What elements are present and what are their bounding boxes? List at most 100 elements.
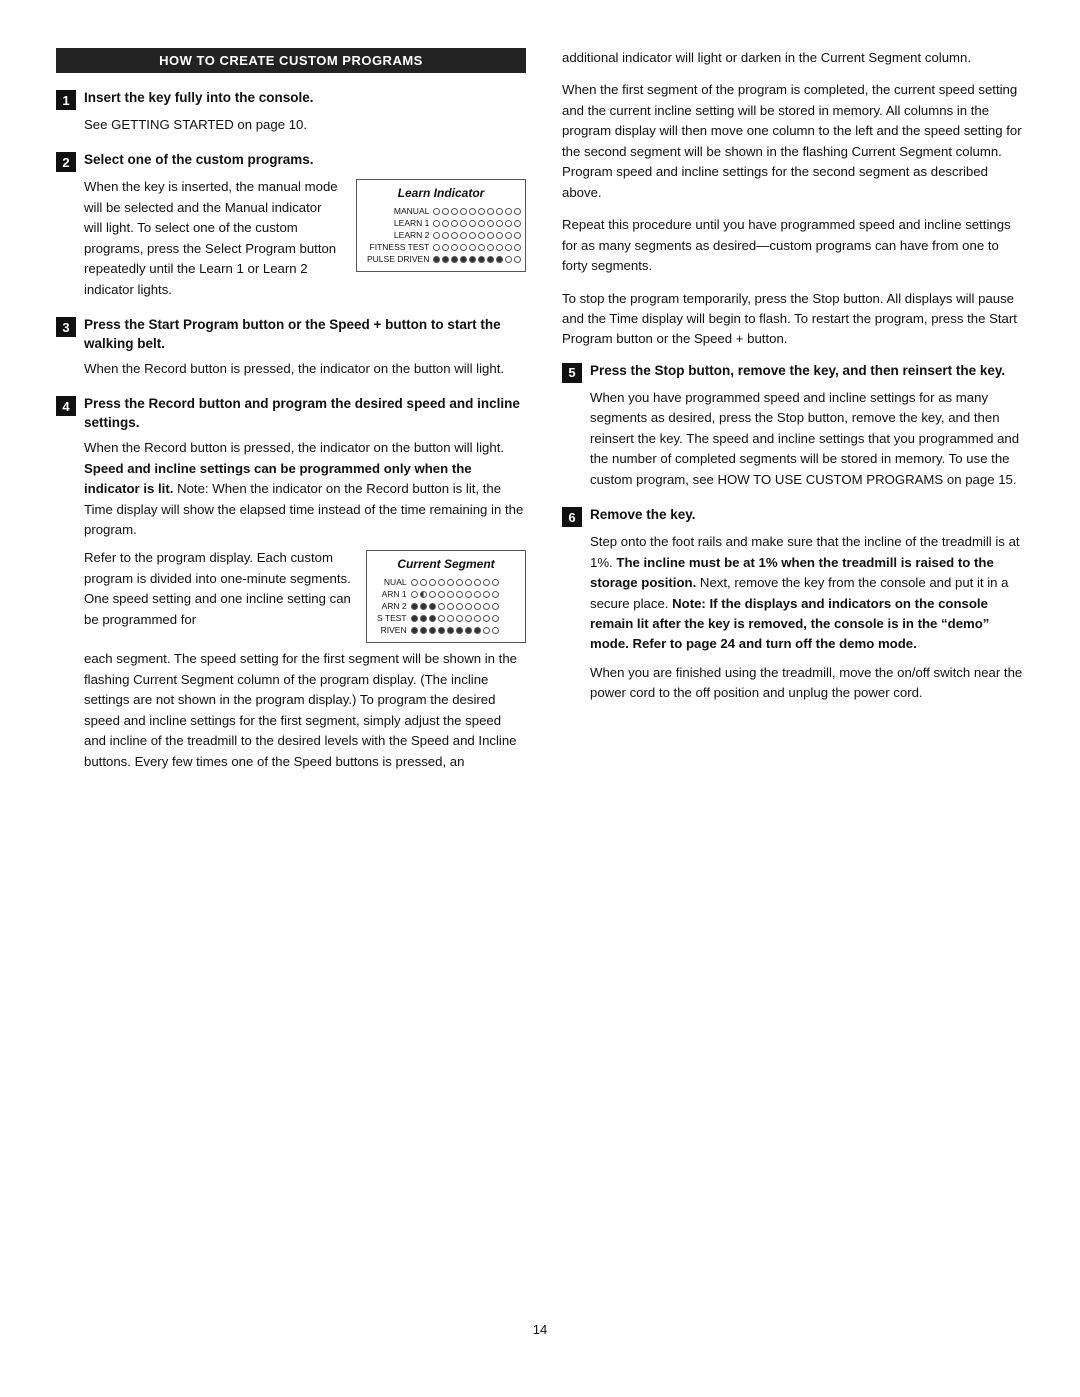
dot <box>483 627 490 634</box>
dot <box>469 256 476 263</box>
dot <box>496 232 503 239</box>
step-5-number: 5 <box>562 363 582 383</box>
dot <box>487 256 494 263</box>
step-2-body-with-figure: When the key is inserted, the manual mod… <box>84 177 526 300</box>
dot <box>505 256 512 263</box>
nual-dots <box>411 579 499 586</box>
indicator-row-manual: MANUAL <box>365 205 523 217</box>
indicator-row-pulse: PULSE DRIVEN <box>365 253 523 265</box>
dot <box>469 220 476 227</box>
dot <box>433 244 440 251</box>
dot <box>465 603 472 610</box>
dot <box>496 244 503 251</box>
step-6-body: Step onto the foot rails and make sure t… <box>590 532 1024 704</box>
dot <box>478 244 485 251</box>
seg-row-arn1: ARN 1 <box>375 588 501 600</box>
dot <box>514 232 521 239</box>
right-para1-text: additional indicator will light or darke… <box>562 48 1024 68</box>
right-column: additional indicator will light or darke… <box>562 48 1024 1298</box>
step-5-body-text: When you have programmed speed and incli… <box>590 388 1024 490</box>
step-3-body: When the Record button is pressed, the i… <box>84 359 526 379</box>
dot <box>420 579 427 586</box>
dot <box>442 244 449 251</box>
dot <box>514 244 521 251</box>
dot <box>429 591 436 598</box>
dot <box>465 627 472 634</box>
step-6-number: 6 <box>562 507 582 527</box>
dot <box>465 615 472 622</box>
step-4-text2-para: Refer to the program display. Each custo… <box>84 548 352 630</box>
right-para3-text: Repeat this procedure until you have pro… <box>562 215 1024 276</box>
step-2-title-row: 2 Select one of the custom programs. <box>56 151 526 172</box>
step-2-number: 2 <box>56 152 76 172</box>
dot <box>474 579 481 586</box>
dot <box>496 220 503 227</box>
step-1-title: Insert the key fully into the console. <box>84 89 314 108</box>
dot <box>456 603 463 610</box>
dot <box>460 256 467 263</box>
dot <box>420 603 427 610</box>
learn-indicator-figure: Learn Indicator MANUAL <box>356 179 526 272</box>
learn1-dots <box>433 220 521 227</box>
step-3-body-text: When the Record button is pressed, the i… <box>84 359 526 379</box>
arn1-dots <box>411 591 499 598</box>
dot <box>429 603 436 610</box>
dot <box>451 232 458 239</box>
step-4: 4 Press the Record button and program th… <box>56 395 526 772</box>
dot <box>469 244 476 251</box>
fitness-dots <box>433 244 521 251</box>
dot <box>447 627 454 634</box>
step-2-text: When the key is inserted, the manual mod… <box>84 177 342 300</box>
dot <box>442 220 449 227</box>
section-header: HOW TO CREATE CUSTOM PROGRAMS <box>56 48 526 73</box>
dot <box>451 244 458 251</box>
dot <box>411 591 418 598</box>
step-1-body-text: See GETTING STARTED on page 10. <box>84 115 526 135</box>
dot <box>496 208 503 215</box>
dot <box>478 208 485 215</box>
step-1-body: See GETTING STARTED on page 10. <box>84 115 526 135</box>
step-4-text2: Refer to the program display. Each custo… <box>84 548 352 630</box>
seg-row-arn2: ARN 2 <box>375 600 501 612</box>
dot <box>438 579 445 586</box>
dot <box>451 256 458 263</box>
two-column-layout: HOW TO CREATE CUSTOM PROGRAMS 1 Insert t… <box>56 48 1024 1298</box>
dot <box>420 591 427 598</box>
step-1-number: 1 <box>56 90 76 110</box>
dot <box>411 603 418 610</box>
right-col-para4: To stop the program temporarily, press t… <box>562 289 1024 350</box>
step-5-title-row: 5 Press the Stop button, remove the key,… <box>562 362 1024 383</box>
current-segment-table: NUAL <box>375 576 501 636</box>
dot <box>460 244 467 251</box>
dot <box>483 579 490 586</box>
dot <box>433 220 440 227</box>
dot <box>474 603 481 610</box>
seg-row-riven: RIVEN <box>375 624 501 636</box>
dot <box>478 256 485 263</box>
step-3-number: 3 <box>56 317 76 337</box>
learn-indicator-title: Learn Indicator <box>365 186 517 200</box>
dot <box>411 579 418 586</box>
dot <box>456 615 463 622</box>
dot <box>487 208 494 215</box>
step-3-title: Press the Start Program button or the Sp… <box>84 316 526 354</box>
dot <box>514 220 521 227</box>
dot <box>469 232 476 239</box>
step-6-body-para2: When you are finished using the treadmil… <box>590 663 1024 704</box>
step-4-body: When the Record button is pressed, the i… <box>84 438 526 540</box>
dot <box>429 579 436 586</box>
right-para4-text: To stop the program temporarily, press t… <box>562 289 1024 350</box>
step-4-bold1: Speed and incline settings can be progra… <box>84 461 472 496</box>
step-4-body-cont: each segment. The speed setting for the … <box>84 649 526 772</box>
dot <box>438 627 445 634</box>
seg-row-nual: NUAL <box>375 576 501 588</box>
step-3-title-row: 3 Press the Start Program button or the … <box>56 316 526 354</box>
dot <box>420 627 427 634</box>
dot <box>487 244 494 251</box>
dot <box>451 220 458 227</box>
dot <box>469 208 476 215</box>
dot <box>411 627 418 634</box>
dot <box>478 232 485 239</box>
right-col-para3: Repeat this procedure until you have pro… <box>562 215 1024 276</box>
dot <box>433 208 440 215</box>
